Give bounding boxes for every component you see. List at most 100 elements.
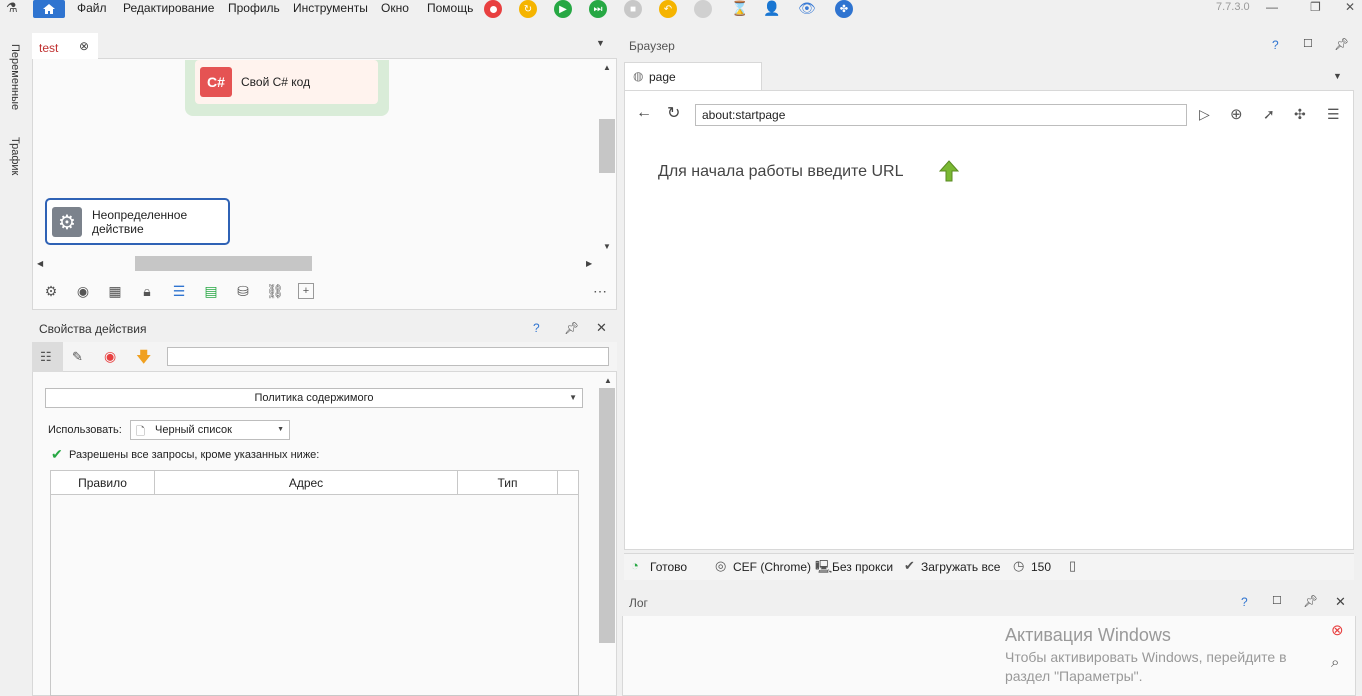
- log-pin-icon[interactable]: 📌︎: [1303, 594, 1318, 608]
- scroll-up-icon[interactable]: ▲: [603, 63, 611, 72]
- proxy-icon: 🖳: [815, 559, 833, 574]
- column-address[interactable]: Адрес: [155, 471, 458, 495]
- editor-tabbar: [32, 33, 617, 59]
- record-icon[interactable]: [484, 0, 502, 18]
- vertical-scroll-thumb[interactable]: [599, 119, 615, 173]
- menu-edit[interactable]: Редактирование: [123, 1, 214, 15]
- minimize-icon[interactable]: —: [1266, 0, 1278, 14]
- variables-tab[interactable]: Переменные: [9, 44, 21, 110]
- profile-icon[interactable]: ◉: [74, 283, 92, 301]
- network-icon[interactable]: ✤: [835, 0, 853, 18]
- log-titlebar: Лог ? ☐ 📌︎ ✕: [622, 590, 1356, 616]
- horizontal-scroll-thumb[interactable]: [135, 256, 312, 271]
- properties-help-icon[interactable]: ?: [533, 321, 540, 335]
- tab-test[interactable]: test ⊗: [32, 33, 98, 59]
- properties-pin-icon[interactable]: 📌︎: [564, 321, 579, 335]
- filter-log-icon[interactable]: ⌕: [1331, 654, 1339, 671]
- use-select-value: Черный список: [155, 424, 232, 436]
- browser-viewport: [624, 90, 1354, 550]
- properties-list-icon[interactable]: ☷: [40, 349, 52, 365]
- refresh-run-icon[interactable]: ↻: [519, 0, 537, 18]
- use-select[interactable]: 🗋 Черный список ▼: [130, 420, 290, 440]
- link-icon[interactable]: ⛓: [266, 283, 284, 301]
- back-icon[interactable]: ←: [636, 104, 652, 122]
- menu-file[interactable]: Файл: [77, 1, 107, 15]
- properties-titlebar: Свойства действия ? 📌︎ ✕: [32, 316, 617, 342]
- go-icon[interactable]: ▷: [1199, 106, 1210, 123]
- tab-test-label: test: [39, 41, 59, 55]
- traffic-tab[interactable]: Трафик: [9, 137, 21, 175]
- close-window-icon[interactable]: ✕: [1345, 0, 1355, 14]
- status-proxy[interactable]: Без прокси: [832, 560, 893, 574]
- content-policy-dropdown[interactable]: Политика содержимого ▼: [45, 388, 583, 408]
- log-maximize-icon[interactable]: ☐: [1272, 594, 1282, 607]
- tab-close-icon[interactable]: ⊗: [79, 39, 89, 53]
- properties-toolbar: ☷ ✎ ◉ 🡇: [32, 342, 617, 372]
- browser-help-icon[interactable]: ?: [1272, 38, 1279, 52]
- table-icon[interactable]: ▤: [202, 283, 220, 301]
- stop-icon[interactable]: ■: [624, 0, 642, 18]
- checkmark-icon: ✔: [51, 446, 63, 462]
- properties-scroll-up-icon[interactable]: ▲: [604, 376, 612, 385]
- properties-name-input[interactable]: [167, 347, 609, 366]
- settings-icon[interactable]: ⚙: [42, 283, 60, 301]
- menu-profile[interactable]: Профиль: [228, 1, 280, 15]
- step-icon[interactable]: ⏭: [589, 0, 607, 18]
- log-help-icon[interactable]: ?: [1241, 595, 1248, 609]
- log-close-icon[interactable]: ✕: [1335, 594, 1346, 610]
- browser-tabs-dropdown-icon[interactable]: ▼: [1333, 71, 1342, 81]
- eye-icon[interactable]: 👁: [798, 0, 816, 17]
- hourglass-icon[interactable]: ⌛: [731, 0, 748, 17]
- new-tab-icon[interactable]: ⊕: [1230, 105, 1243, 123]
- mouse-icon[interactable]: ▯: [1069, 558, 1076, 574]
- lock-icon[interactable]: 🔒︎: [138, 283, 156, 301]
- browser-pin-icon[interactable]: 📌︎: [1334, 37, 1349, 51]
- properties-record-icon[interactable]: ◉: [104, 348, 116, 365]
- cursor-icon[interactable]: ➚: [1263, 106, 1275, 123]
- menu-window[interactable]: Окно: [381, 1, 409, 15]
- add-frame-icon[interactable]: +: [298, 283, 314, 299]
- column-type[interactable]: Тип: [458, 471, 558, 495]
- extensions-icon[interactable]: ✣: [1294, 106, 1306, 123]
- menu-icon[interactable]: ☰: [1327, 106, 1340, 123]
- column-rule[interactable]: Правило: [51, 471, 155, 495]
- disabled-action-icon[interactable]: [694, 0, 712, 18]
- database-icon[interactable]: ⛁: [234, 283, 252, 301]
- tab-dropdown-icon[interactable]: ▼: [596, 38, 605, 48]
- play-icon[interactable]: ▶: [554, 0, 572, 18]
- properties-scroll-thumb[interactable]: [599, 388, 615, 643]
- scroll-down-icon[interactable]: ▼: [603, 242, 611, 251]
- scroll-right-icon[interactable]: ▶: [586, 259, 592, 268]
- list-icon[interactable]: ☰: [170, 283, 188, 301]
- log-title: Лог: [629, 596, 648, 610]
- browser-maximize-icon[interactable]: ☐: [1303, 37, 1313, 50]
- more-icon[interactable]: ⋯: [591, 283, 609, 301]
- status-load[interactable]: Загружать все: [921, 560, 1000, 574]
- home-button[interactable]: [33, 0, 65, 18]
- url-input[interactable]: about:startpage: [695, 104, 1187, 126]
- gear-icon: ⚙: [52, 207, 82, 237]
- user-icon[interactable]: 👤: [763, 0, 780, 17]
- undo-icon[interactable]: ↶: [659, 0, 677, 18]
- properties-close-icon[interactable]: ✕: [596, 320, 607, 336]
- node-csharp[interactable]: C# Свой C# код: [195, 60, 378, 104]
- scroll-left-icon[interactable]: ◀: [37, 259, 43, 268]
- status-timeout[interactable]: 150: [1031, 560, 1051, 574]
- browser-tab-page[interactable]: ◍ page: [624, 62, 762, 91]
- properties-edit-icon[interactable]: ✎: [72, 349, 83, 365]
- node-undefined[interactable]: ⚙ Неопределенное действие: [45, 198, 230, 245]
- activation-title: Активация Windows: [1005, 625, 1171, 645]
- properties-arrow-down-icon[interactable]: 🡇: [136, 347, 151, 372]
- clear-log-icon[interactable]: ⊗: [1331, 621, 1344, 639]
- menu-bar: ⚗ Файл Редактирование Профиль Инструмент…: [0, 0, 1362, 18]
- reload-icon[interactable]: ↻: [667, 103, 680, 123]
- activation-line1: Чтобы активировать Windows, перейдите в: [1005, 649, 1287, 665]
- restore-icon[interactable]: ❐: [1310, 0, 1321, 14]
- status-engine[interactable]: CEF (Chrome): [733, 560, 811, 574]
- menu-help[interactable]: Помощь: [427, 1, 473, 15]
- app-logo-icon: ⚗: [6, 0, 18, 15]
- version-label: 7.7.3.0: [1216, 1, 1250, 13]
- grid-icon[interactable]: ▦: [106, 283, 124, 301]
- menu-tools[interactable]: Инструменты: [293, 1, 368, 15]
- node-undefined-label-2: действие: [92, 222, 144, 236]
